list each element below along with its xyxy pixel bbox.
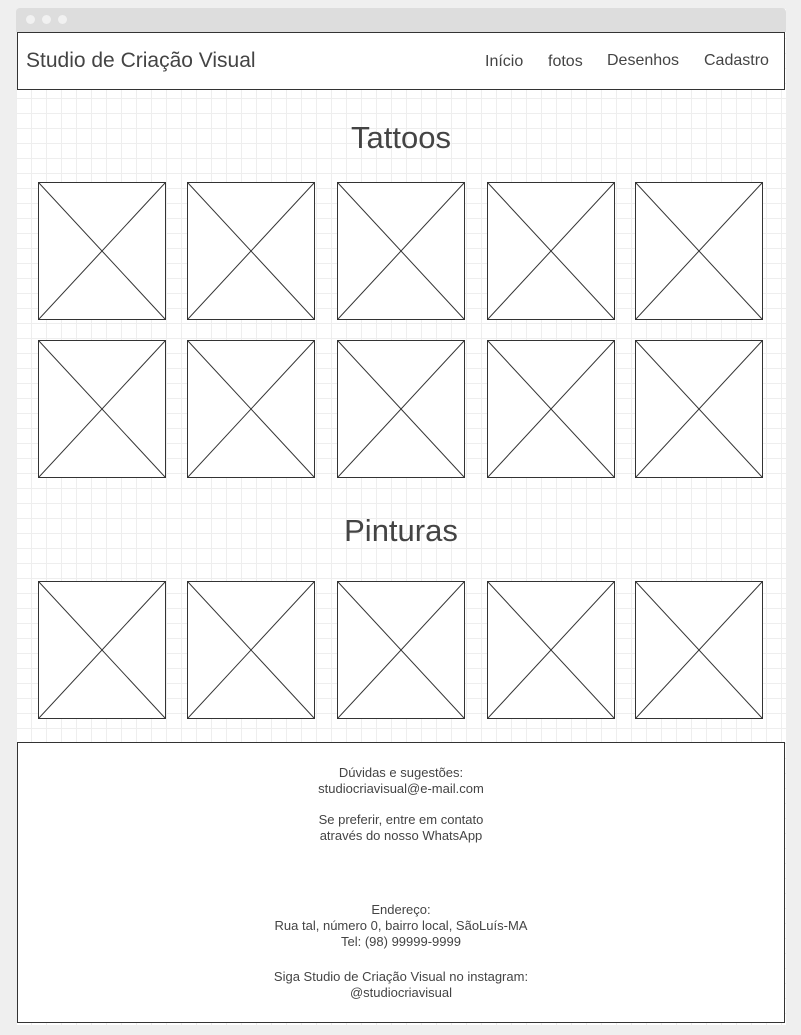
tattoo-image-placeholder[interactable] [635,182,763,320]
tattoo-image-placeholder[interactable] [38,340,166,478]
image-placeholder-icon [636,341,762,477]
image-placeholder-icon [636,183,762,319]
image-placeholder-icon [636,582,762,718]
pinturas-title: Pinturas [344,513,458,548]
window-titlebar [16,8,786,32]
footer-address: Rua tal, número 0, bairro local, SãoLuís… [274,918,528,933]
image-placeholder-icon [338,582,464,718]
pintura-image-placeholder[interactable] [38,581,166,719]
footer-address-label: Endereço: [371,902,431,917]
tattoo-image-placeholder[interactable] [187,182,315,320]
footer-phone: Tel: (98) 99999-9999 [341,934,461,949]
image-placeholder-icon [188,582,314,718]
image-placeholder-icon [488,582,614,718]
image-placeholder-icon [188,183,314,319]
window-dot-icon[interactable] [26,15,35,24]
footer-instagram-line: Siga Studio de Criação Visual no instagr… [273,969,529,984]
image-placeholder-icon [338,183,464,319]
tattoo-image-placeholder[interactable] [635,340,763,478]
image-placeholder-icon [488,341,614,477]
navbar: Studio de Criação Visual Início fotos De… [17,32,785,90]
footer-doubts-label: Dúvidas e sugestões: [338,765,464,780]
image-placeholder-icon [39,582,165,718]
image-placeholder-icon [188,341,314,477]
footer-instagram-handle[interactable]: @studiocriavisual [18,985,784,1000]
image-placeholder-icon [488,183,614,319]
pintura-image-placeholder[interactable] [337,581,465,719]
tattoo-image-placeholder[interactable] [187,340,315,478]
window-dot-icon[interactable] [58,15,67,24]
footer: Dúvidas e sugestões: studiocriavisual@e-… [17,742,785,1023]
tattoos-title: Tattoos [351,120,451,155]
image-placeholder-icon [39,341,165,477]
window-dot-icon[interactable] [42,15,51,24]
tattoo-image-placeholder[interactable] [487,182,615,320]
footer-email[interactable]: studiocriavisual@e-mail.com [18,781,784,796]
footer-whatsapp-line-1: Se preferir, entre em contato [318,812,484,827]
browser-window: Studio de Criação Visual Início fotos De… [16,8,786,1025]
nav-link-desenhos[interactable]: Desenhos [607,52,679,70]
tattoo-image-placeholder[interactable] [487,340,615,478]
nav-link-cadastro[interactable]: Cadastro [704,52,769,70]
pintura-image-placeholder[interactable] [635,581,763,719]
nav-link-fotos[interactable]: fotos [548,53,583,71]
nav-link-inicio[interactable]: Início [485,53,523,71]
footer-whatsapp-line-2[interactable]: através do nosso WhatsApp [18,828,784,843]
brand-title[interactable]: Studio de Criação Visual [26,49,256,73]
tattoo-image-placeholder[interactable] [337,340,465,478]
tattoo-image-placeholder[interactable] [38,182,166,320]
pintura-image-placeholder[interactable] [487,581,615,719]
image-placeholder-icon [338,341,464,477]
image-placeholder-icon [39,183,165,319]
pintura-image-placeholder[interactable] [187,581,315,719]
tattoo-image-placeholder[interactable] [337,182,465,320]
